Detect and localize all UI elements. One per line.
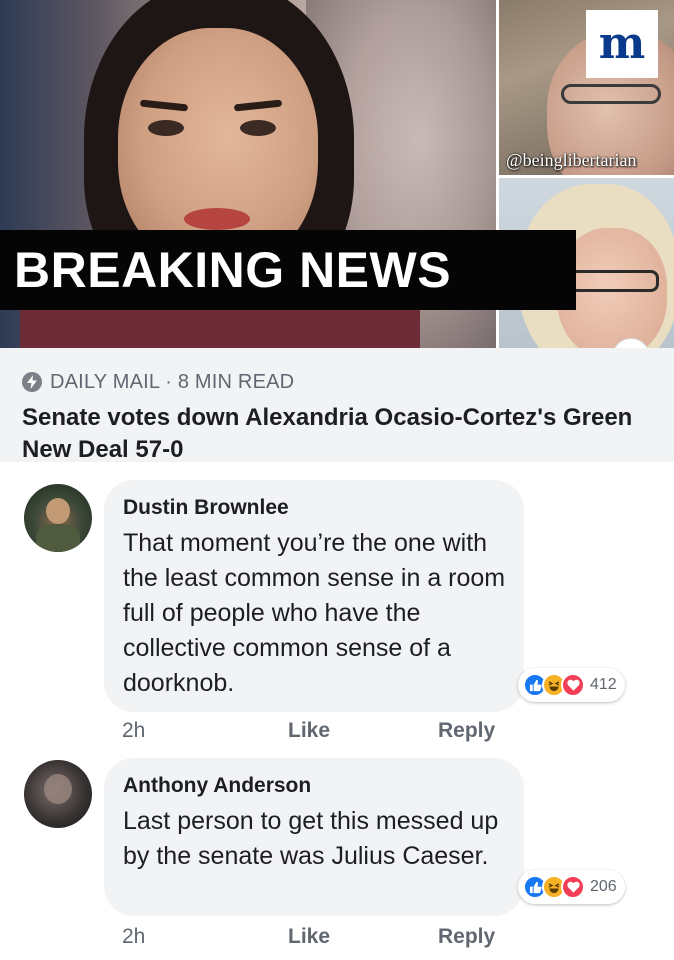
publisher-logo: m [586, 10, 658, 78]
like-button[interactable]: Like [288, 719, 330, 743]
lightning-bolt-icon [22, 372, 42, 392]
love-icon [561, 673, 585, 697]
avatar-body [36, 524, 80, 552]
article-headline[interactable]: Senate votes down Alexandria Ocasio-Cort… [22, 402, 652, 466]
love-icon [561, 875, 585, 899]
source-row: DAILY MAIL · 8 MIN READ [22, 370, 674, 394]
link-preview[interactable]: m @beinglibertarian BREAKING NEWS i DAIL… [0, 0, 674, 463]
reply-button[interactable]: Reply [438, 925, 495, 949]
logo-letter: m [598, 18, 646, 69]
banner-text: BREAKING NEWS [14, 242, 452, 298]
photo-eye-right [240, 120, 276, 136]
photo-glasses [561, 84, 661, 104]
photo-eye-left [148, 120, 184, 136]
avatar-head [44, 774, 72, 804]
comment-bubble: Dustin Brownlee That moment you’re the o… [104, 480, 524, 712]
breaking-news-banner: BREAKING NEWS [0, 230, 576, 310]
reaction-summary[interactable]: 412 [518, 668, 625, 702]
link-caption[interactable]: DAILY MAIL · 8 MIN READ Senate votes dow… [0, 348, 674, 463]
comment-text: Last person to get this messed up by the… [123, 807, 499, 870]
source-label: DAILY MAIL · 8 MIN READ [50, 370, 295, 393]
photo-brow-left [139, 99, 189, 112]
watermark: @beinglibertarian [506, 150, 637, 170]
comment-bubble: Anthony Anderson Last person to get this… [104, 758, 524, 916]
comment-author[interactable]: Dustin Brownlee [123, 494, 524, 522]
avatar[interactable] [24, 760, 92, 828]
comment-timestamp[interactable]: 2h [122, 719, 145, 743]
avatar[interactable] [24, 484, 92, 552]
comment-text: That moment you’re the one with the leas… [123, 529, 506, 697]
photo-glasses [569, 270, 659, 292]
comment-author[interactable]: Anthony Anderson [123, 772, 524, 800]
reply-button[interactable]: Reply [438, 719, 495, 743]
reaction-summary[interactable]: 206 [518, 870, 625, 904]
reaction-count: 412 [590, 676, 617, 693]
reaction-count: 206 [590, 878, 617, 895]
avatar-head [46, 498, 70, 524]
preview-image[interactable]: m @beinglibertarian BREAKING NEWS [0, 0, 674, 348]
like-button[interactable]: Like [288, 925, 330, 949]
photo-lips [184, 208, 250, 230]
photo-brow-right [233, 99, 283, 112]
comment-timestamp[interactable]: 2h [122, 925, 145, 949]
